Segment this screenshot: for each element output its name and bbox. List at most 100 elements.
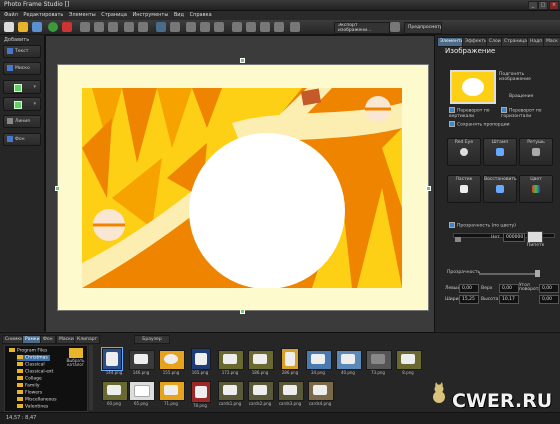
thumbnail[interactable] — [101, 347, 123, 371]
align-center-icon[interactable] — [200, 22, 210, 32]
thumbnail[interactable] — [278, 381, 304, 401]
tree-node[interactable]: Flowers — [17, 390, 42, 396]
resize-handle-right[interactable] — [426, 186, 431, 191]
opacity-slider[interactable] — [479, 273, 539, 275]
tab-clipart[interactable]: Клипарт — [74, 335, 101, 344]
thumbnail[interactable] — [306, 350, 332, 370]
print-icon[interactable] — [390, 22, 400, 32]
select-icon[interactable] — [170, 22, 180, 32]
add-line-button[interactable]: Линия — [3, 115, 41, 128]
top-field[interactable]: 0,00 — [499, 284, 519, 293]
thumbnail[interactable] — [218, 350, 244, 370]
flip-horizontal-checkbox[interactable]: Переворот по горизонтали — [501, 107, 559, 119]
thumbnail[interactable] — [366, 350, 392, 370]
resize-handle-left[interactable] — [55, 186, 60, 191]
tab-backgrounds[interactable]: Фон — [40, 335, 56, 344]
thumbnail[interactable] — [248, 381, 274, 401]
transparency-slider-thumb[interactable] — [455, 237, 461, 242]
menu-elements[interactable]: Элементы — [69, 11, 96, 20]
thumbnail[interactable] — [191, 381, 211, 403]
add-frame-button[interactable]: ▾ — [3, 97, 41, 111]
add-icon[interactable] — [48, 22, 58, 32]
undo-icon[interactable] — [124, 22, 134, 32]
close-button[interactable]: × — [549, 1, 559, 10]
export-button[interactable]: Экспорт изображени... — [334, 22, 390, 34]
menu-page[interactable]: Страница — [101, 11, 127, 20]
red-eye-button[interactable]: Red Eye — [447, 138, 481, 166]
color-button[interactable]: Цвет — [519, 175, 553, 203]
send-back-icon[interactable] — [246, 22, 256, 32]
width-field[interactable]: 15,25 — [459, 295, 479, 304]
preview-button[interactable]: Предпросмотр — [404, 22, 442, 34]
delete-icon[interactable] — [62, 22, 72, 32]
left-field[interactable]: 0,00 — [459, 284, 479, 293]
ungroup-icon[interactable] — [274, 22, 284, 32]
resize-handle-bottom[interactable] — [240, 309, 245, 314]
thumbnail[interactable] — [308, 381, 334, 401]
retouch-button[interactable]: Ретушь — [519, 138, 553, 166]
transparency-checkbox[interactable]: Прозрачность (по цвету) — [449, 222, 516, 229]
thumbnail[interactable] — [248, 350, 274, 370]
angle-field[interactable]: 0,00 — [539, 295, 559, 304]
tab-masks[interactable]: Маск — [543, 37, 560, 47]
cut-icon[interactable] — [108, 22, 118, 32]
save-icon[interactable] — [32, 22, 42, 32]
tree-node[interactable]: Collage — [17, 376, 42, 382]
grid-icon[interactable] — [290, 22, 300, 32]
resize-handle-top[interactable] — [240, 58, 245, 63]
menu-help[interactable]: Справка — [190, 11, 212, 20]
transparency-color-field[interactable]: 000000 — [503, 233, 525, 242]
tree-node[interactable]: Classical — [17, 362, 45, 368]
bring-front-icon[interactable] — [232, 22, 242, 32]
restore-button[interactable]: Восстановить — [483, 175, 517, 203]
tree-node[interactable]: Classical-ext — [17, 369, 53, 375]
align-right-icon[interactable] — [214, 22, 224, 32]
thumbnail[interactable] — [129, 350, 155, 370]
add-background-button[interactable]: Фон — [3, 133, 41, 146]
height-field[interactable]: 10,17 — [499, 295, 519, 304]
add-text-button[interactable]: Текст — [3, 45, 41, 58]
menu-edit[interactable]: Редактировать — [23, 11, 63, 20]
tree-node[interactable]: Family — [17, 383, 39, 389]
thumbnail[interactable] — [102, 381, 128, 401]
thumbnail[interactable] — [336, 350, 362, 370]
thumbnail[interactable] — [218, 381, 244, 401]
copy-icon[interactable] — [80, 22, 90, 32]
rotation-field[interactable]: 0,00 — [539, 284, 559, 293]
tab-page[interactable]: Страница — [501, 37, 531, 47]
choose-folder-button[interactable]: Выбрать каталог — [66, 347, 85, 371]
tree-node[interactable]: Miscellaneous — [17, 397, 57, 403]
align-left-icon[interactable] — [186, 22, 196, 32]
opacity-slider-thumb[interactable] — [535, 270, 540, 277]
scrollbar[interactable] — [89, 345, 93, 410]
redo-icon[interactable] — [138, 22, 148, 32]
tree-node[interactable]: Program Files — [9, 348, 47, 354]
new-icon[interactable] — [4, 22, 14, 32]
thumbnail[interactable] — [159, 381, 185, 401]
tree-node[interactable]: Valentines — [17, 404, 48, 410]
stamp-button[interactable]: Штамп — [483, 138, 517, 166]
add-shape-button[interactable]: ▾ — [3, 80, 41, 94]
paste-icon[interactable] — [94, 22, 104, 32]
rotate-label[interactable]: Вращение — [509, 94, 533, 99]
thumbnail[interactable] — [191, 348, 211, 370]
thumbnail[interactable] — [159, 350, 185, 370]
christmas-frame-image[interactable] — [82, 88, 402, 288]
menu-view[interactable]: Вид — [174, 11, 184, 20]
eraser-button[interactable]: Ластик — [447, 175, 481, 203]
browse-button[interactable]: Браузер — [134, 335, 170, 344]
tree-node-selected[interactable]: Christmas — [17, 355, 50, 361]
menu-file[interactable]: Файл — [4, 11, 18, 20]
maximize-button[interactable]: □ — [538, 1, 548, 10]
fit-image-button[interactable]: Подгонять изображение — [499, 72, 557, 84]
minimize-button[interactable]: _ — [528, 1, 538, 10]
thumbnail[interactable] — [129, 381, 155, 401]
thumbnail[interactable] — [281, 348, 299, 370]
flip-vertical-checkbox[interactable]: Переворот по вертикали — [449, 107, 499, 119]
menu-tools[interactable]: Инструменты — [133, 11, 169, 20]
pipette-icon[interactable] — [527, 231, 543, 243]
add-image-button[interactable]: Миско — [3, 62, 41, 75]
open-icon[interactable] — [18, 22, 28, 32]
keep-ratio-checkbox[interactable]: Сохранять пропорции — [449, 121, 510, 128]
thumbnail[interactable] — [396, 350, 422, 370]
